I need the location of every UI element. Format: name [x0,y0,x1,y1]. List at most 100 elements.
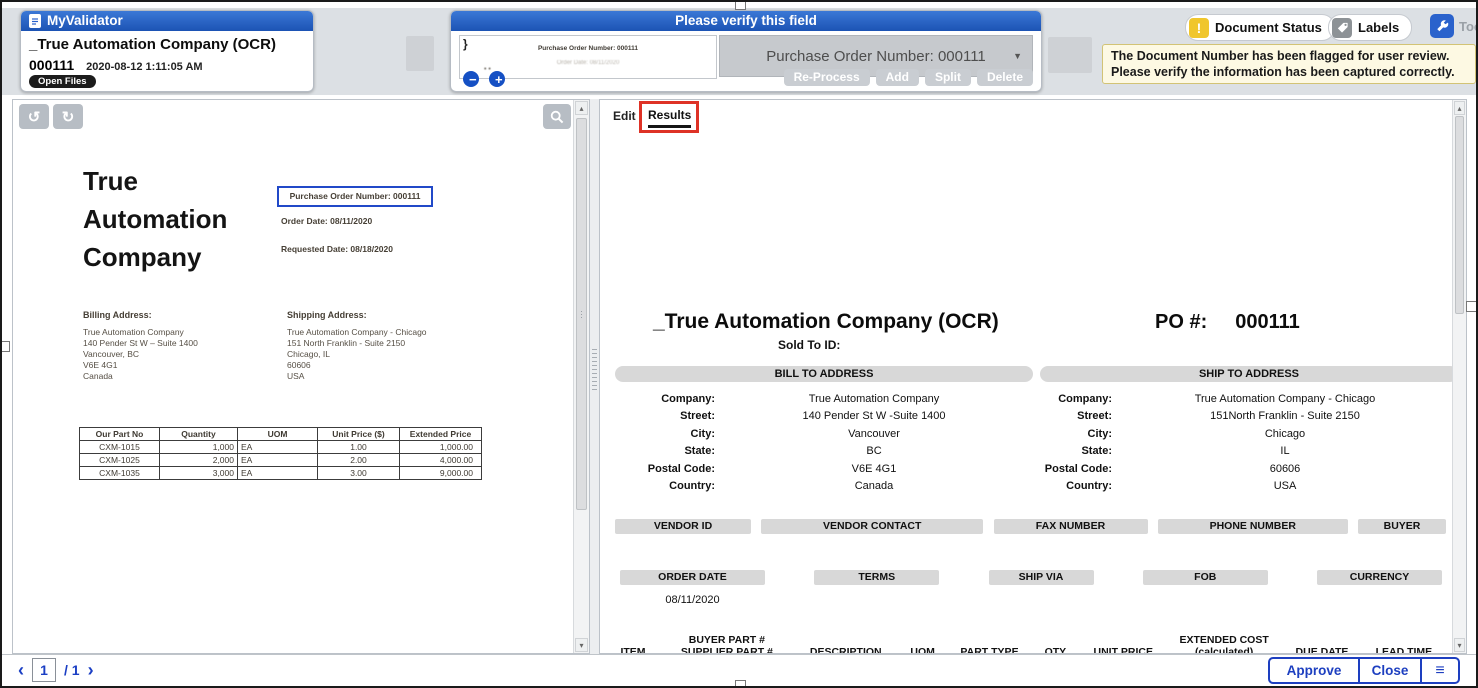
snippet-subtext: Order Date: 08/11/2020 [460,60,716,66]
notification-box: The Document Number has been flagged for… [1102,44,1476,84]
document-number: 000111 [29,57,74,73]
validator-card: MyValidator _True Automation Company (OC… [20,10,314,92]
viewer-scrollbar[interactable]: ▴ ▾ [573,100,589,653]
cell-quantity: 2,000 [160,454,238,467]
line-item-header: ITEM [615,634,651,654]
address-row: Street:140 Pender St W -Suite 1400 [615,408,1033,426]
scrollbar-thumb[interactable] [1455,116,1464,314]
address-value: Chicago [1112,428,1458,440]
address-value: 140 Pender St W -Suite 1400 [715,410,1033,422]
resize-handle-bottom[interactable] [735,680,746,688]
resize-handle-top[interactable] [735,0,746,10]
cell-unit-price: 2.00 [318,454,400,467]
zoom-in-button[interactable]: + [489,71,505,87]
notification-line1: The Document Number has been flagged for… [1111,48,1467,64]
header-bottom: UOM [906,646,940,654]
results-scrollbar[interactable]: ▴ ▾ [1452,100,1466,653]
address-label: Postal Code: [615,463,715,475]
address-row: Country:USA [1040,478,1458,496]
address-row: Country:Canada [615,478,1033,496]
vendor-header-row: VENDOR ID VENDOR CONTACT FAX NUMBER PHON… [615,519,1446,534]
bill-to-header: BILL TO ADDRESS [615,366,1033,382]
address-row: State:IL [1040,443,1458,461]
page-prev-button[interactable]: ‹ [18,660,24,681]
line-item-header: BUYER PART #SUPPLIER PART # [668,634,786,654]
document-status-label: Document Status [1215,20,1322,35]
zoom-out-button[interactable]: − [463,71,479,87]
document-meta: 000111 2020-08-12 1:11:05 AM [29,57,203,73]
billing-address-heading: Billing Address: [83,310,152,320]
add-button[interactable]: Add [876,69,919,86]
delete-button[interactable]: Delete [977,69,1033,86]
order-header-bar: ORDER DATE [620,570,765,585]
header-bottom: QTY [1039,646,1071,654]
address-label: Country: [1040,480,1112,492]
col-header: UOM [238,428,318,441]
vendor-header-bar: VENDOR CONTACT [761,519,983,534]
wrench-icon [1430,14,1454,38]
shipping-address-lines: True Automation Company - Chicago 151 No… [287,327,427,382]
open-files-button[interactable]: Open Files [29,75,96,88]
header-bottom: LEAD TIME [1371,646,1437,654]
chevron-down-icon: ▼ [1013,51,1022,61]
reprocess-button[interactable]: Re-Process [784,69,870,86]
menu-icon: ≡ [1435,662,1444,680]
line-item-header: QTY [1039,634,1071,654]
resize-handle-left[interactable] [0,341,10,352]
header-bottom: SUPPLIER PART # [668,646,786,654]
scrollbar-down-arrow[interactable]: ▾ [1454,638,1465,652]
address-label: City: [615,428,715,440]
page-next-button[interactable]: › [88,660,94,681]
line-item-header: PART TYPE [957,634,1023,654]
app-window: MyValidator _True Automation Company (OC… [0,0,1478,688]
page-count-label: / 1 [64,662,80,678]
panel-splitter[interactable] [590,99,599,654]
shipping-address-line: True Automation Company - Chicago [287,327,427,338]
nav-left-placeholder [406,36,434,71]
line-item-header-row: ITEM BUYER PART #SUPPLIER PART # DESCRIP… [615,634,1437,654]
address-label: Company: [1040,393,1112,405]
notification-line2: Please verify the information has been c… [1111,64,1467,80]
billing-address-line: Vancouver, BC [83,349,198,360]
table-row: CXM-1015 1,000 EA 1.00 1,000.00 [80,441,482,454]
tools-button[interactable]: Tools [1430,14,1478,38]
page-number-box[interactable]: 1 [32,658,56,682]
billing-address-line: Canada [83,371,198,382]
document-status-button[interactable]: ! Document Status [1185,14,1335,41]
resize-handle-right[interactable] [1466,301,1477,312]
vendor-header-bar: FAX NUMBER [994,519,1148,534]
scrollbar-down-arrow[interactable]: ▾ [575,638,588,652]
menu-button[interactable]: ≡ [1420,657,1460,684]
results-highlight-box [639,101,699,133]
footer-actions: Approve Close ≡ [1268,657,1460,684]
ship-to-header: SHIP TO ADDRESS [1040,366,1458,382]
line-item-header: UNIT PRICE [1088,634,1158,654]
labels-button[interactable]: Labels [1328,14,1412,41]
scan-company-line: Company [83,238,227,276]
scrollbar-up-arrow[interactable]: ▴ [575,101,588,115]
order-date-value: 08/11/2020 [620,594,765,606]
split-button[interactable]: Split [925,69,971,86]
scrollbar-thumb[interactable] [576,118,587,510]
header-bottom: UNIT PRICE [1088,646,1158,654]
document-icon [29,14,41,28]
tab-edit[interactable]: Edit [613,109,636,123]
close-button[interactable]: Close [1358,657,1422,684]
header-top: EXTENDED COST [1175,634,1273,646]
ship-to-block: Company:True Automation Company - Chicag… [1040,390,1458,495]
alert-icon: ! [1189,18,1209,38]
order-header-bar: SHIP VIA [989,570,1094,585]
validator-card-header: MyValidator [21,11,313,31]
shipping-address-line: 151 North Franklin - Suite 2150 [287,338,427,349]
order-header-bar: CURRENCY [1317,570,1442,585]
address-value: USA [1112,480,1458,492]
address-value: V6E 4G1 [715,463,1033,475]
scan-po-field[interactable]: Purchase Order Number: 000111 [277,186,433,207]
verify-panel-title: Please verify this field [451,11,1041,31]
approve-button[interactable]: Approve [1268,657,1360,684]
cell-extended: 9,000.00 [400,467,482,480]
app-title: MyValidator [47,11,123,31]
scrollbar-up-arrow[interactable]: ▴ [1454,101,1465,115]
shipping-address-line: Chicago, IL [287,349,427,360]
cell-unit-price: 1.00 [318,441,400,454]
